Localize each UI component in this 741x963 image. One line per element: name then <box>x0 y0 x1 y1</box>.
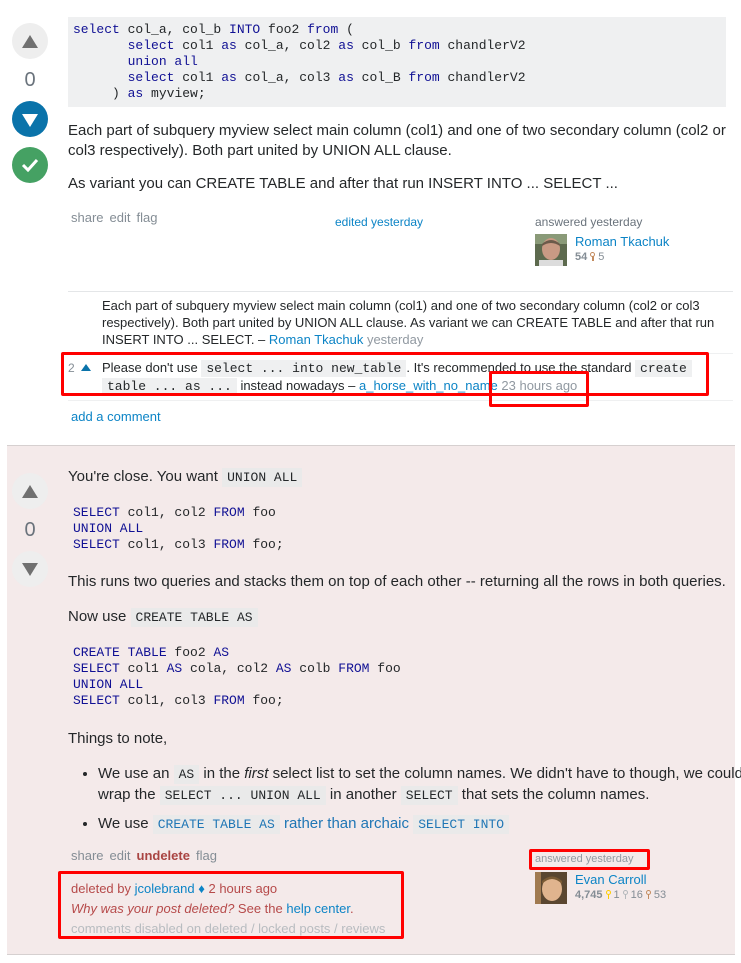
vote-count: 0 <box>24 519 36 541</box>
reputation-score: 54 <box>575 251 588 263</box>
code-block: select col_a, col_b INTO foo2 from ( sel… <box>68 17 726 107</box>
answer-paragraph: Things to note, <box>68 730 168 747</box>
inline-code: CREATE TABLE AS <box>130 608 258 627</box>
edit-link[interactable]: edit <box>110 210 131 225</box>
user-reputation: 54 5 <box>575 251 669 263</box>
post-menu: share edit undelete flag <box>71 848 223 863</box>
arrow-up-icon <box>22 34 38 48</box>
upvote-button[interactable] <box>12 23 48 59</box>
edit-link[interactable]: edit <box>110 848 131 863</box>
share-link[interactable]: share <box>71 848 104 863</box>
downvote-button[interactable] <box>12 101 48 137</box>
downvote-button[interactable] <box>12 551 48 587</box>
inline-code: UNION ALL <box>222 468 303 487</box>
gold-badge-count: 1 <box>613 889 620 901</box>
code-block: SELECT col1, col2 FROM foo UNION ALL SEL… <box>73 505 284 552</box>
vote-cell: 0 <box>12 23 48 183</box>
inline-code: SELECT <box>400 786 458 805</box>
bronze-badge-count: 5 <box>598 251 605 263</box>
comment: 2 Please don't use select ... into new_t… <box>68 354 733 401</box>
user-signature: answered yesterday Evan Carroll 4,745 1 16… <box>535 853 666 904</box>
share-link[interactable]: share <box>71 210 104 225</box>
inline-code-link[interactable]: SELECT INTO <box>413 815 510 834</box>
comment-user-link[interactable]: Roman Tkachuk <box>269 332 363 347</box>
comment: Each part of subquery myview select main… <box>68 292 733 354</box>
deleter-user-link[interactable]: jcolebrand <box>135 881 195 896</box>
reputation-score: 4,745 <box>575 889 603 901</box>
inline-code: SELECT ... UNION ALL <box>159 786 326 805</box>
comment-user-link[interactable]: a_horse_with_no_name <box>359 378 498 393</box>
checkmark-icon <box>21 158 39 172</box>
comment-score: 2 <box>68 361 75 375</box>
post-menu: share edit flag <box>71 210 163 225</box>
deleted-info: deleted by jcolebrand ♦ 2 hours ago Why … <box>71 879 385 939</box>
help-center-link[interactable]: help center <box>286 901 350 916</box>
answered-time: answered yesterday <box>535 215 643 229</box>
user-signature: answered yesterday Roman Tkachuk 54 5 <box>535 215 669 266</box>
arrow-down-icon <box>22 562 38 576</box>
answer-paragraph: This runs two queries and stacks them on… <box>68 573 726 590</box>
edited-link[interactable]: edited yesterday <box>335 215 423 229</box>
gold-badge-icon <box>605 890 611 899</box>
why-deleted-text: Why was your post deleted? <box>71 901 235 916</box>
answer-paragraph: You're close. You want UNION ALL <box>68 467 733 488</box>
comments-list: Each part of subquery myview select main… <box>68 291 733 401</box>
bronze-badge-icon <box>645 890 651 899</box>
flag-link[interactable]: flag <box>196 848 217 863</box>
add-comment-link[interactable]: add a comment <box>71 409 161 424</box>
moderator-diamond-icon: ♦ <box>198 881 205 896</box>
upvote-button[interactable] <box>12 473 48 509</box>
inline-code: create <box>635 360 692 377</box>
answer-paragraph: Each part of subquery myview select main… <box>68 122 726 159</box>
bronze-badge-icon <box>590 252 596 261</box>
flag-link[interactable]: flag <box>137 210 158 225</box>
inline-code: select ... into new_table <box>201 360 407 377</box>
comment-time: yesterday <box>366 332 424 347</box>
bronze-badge-count: 53 <box>653 889 667 901</box>
vote-cell: 0 <box>12 473 48 587</box>
answered-time: answered yesterday <box>535 853 634 865</box>
avatar[interactable] <box>535 234 567 266</box>
accept-button[interactable] <box>12 147 48 183</box>
inline-code: table ... as ... <box>102 378 237 395</box>
notes-list: We use an AS in the first select list to… <box>68 764 741 843</box>
list-item: We use an AS in the first select list to… <box>98 764 741 806</box>
arrow-down-icon <box>22 113 38 127</box>
user-reputation: 4,745 1 16 53 <box>575 889 666 901</box>
inline-code: AS <box>173 765 200 784</box>
vote-count: 0 <box>24 69 36 91</box>
code-block: CREATE TABLE foo2 AS SELECT col1 AS cola… <box>73 645 401 708</box>
user-name-link[interactable]: Roman Tkachuk <box>575 234 669 249</box>
answer-paragraph: Now use CREATE TABLE AS <box>68 607 733 628</box>
comment-time: 23 hours ago <box>501 378 578 393</box>
silver-badge-count: 16 <box>630 889 643 901</box>
silver-badge-icon <box>622 890 628 899</box>
comment-upvote-icon[interactable] <box>81 364 91 371</box>
inline-code-link[interactable]: CREATE TABLE AS <box>152 815 280 834</box>
user-name-link[interactable]: Evan Carroll <box>575 872 666 887</box>
comments-disabled-text: comments disabled on deleted / locked po… <box>71 921 386 936</box>
undelete-link[interactable]: undelete <box>137 848 190 863</box>
list-item: We use CREATE TABLE AS rather than archa… <box>98 814 741 835</box>
answer-paragraph: As variant you can CREATE TABLE and afte… <box>68 175 618 192</box>
avatar[interactable] <box>535 872 567 904</box>
arrow-up-icon <box>22 484 38 498</box>
answer-2-deleted: 0 You're close. You want UNION ALL SELEC… <box>7 445 741 955</box>
